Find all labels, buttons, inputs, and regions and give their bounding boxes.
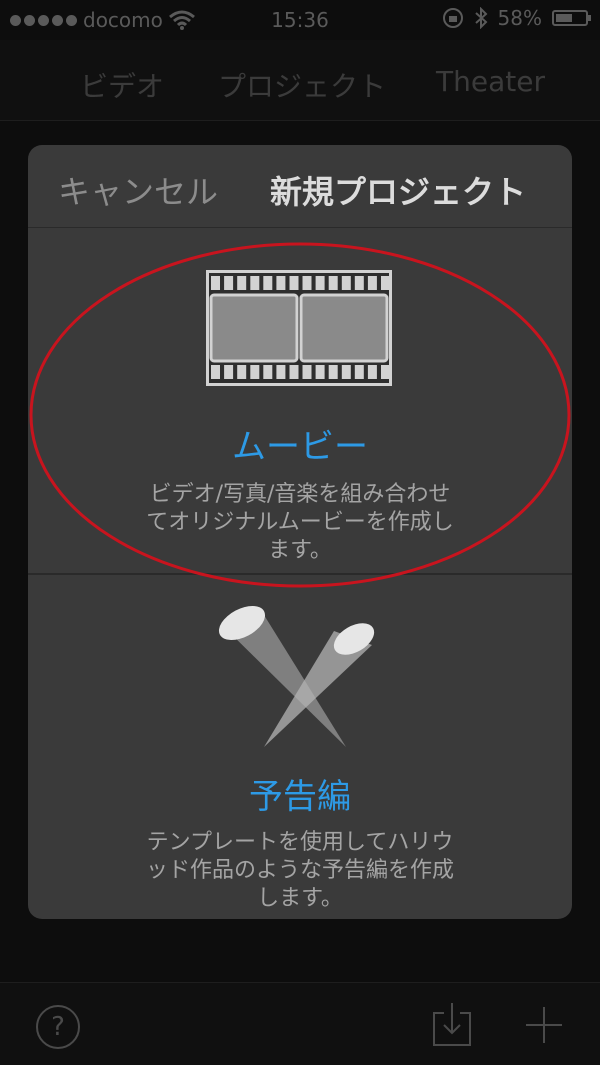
film-perforation — [263, 276, 273, 290]
film-perforation — [289, 365, 299, 379]
film-perforation — [237, 276, 247, 290]
battery-fill — [556, 14, 572, 22]
movie-desc-line: てオリジナルムービーを作成し — [146, 510, 454, 535]
status-bar: docomo 15:36 58% — [0, 0, 600, 40]
bluetooth-icon — [474, 7, 487, 29]
film-perforation — [237, 365, 247, 379]
movie-option[interactable]: ムービー ビデオ/写真/音楽を組み合わせ てオリジナルムービーを作成し ます。 — [28, 227, 572, 575]
new-project-dialog: キャンセル 新規プロジェクト ムービー ビデオ/写真/音楽を組み合わせ てオリジ… — [28, 145, 572, 919]
status-right: 58% — [442, 6, 591, 30]
film-perforation — [367, 276, 377, 290]
download-icon[interactable] — [432, 1001, 472, 1047]
film-perforation — [354, 276, 364, 290]
film-perforation — [302, 365, 312, 379]
cancel-button[interactable]: キャンセル — [58, 167, 218, 213]
film-perforation — [328, 276, 338, 290]
tab-project[interactable]: プロジェクト — [218, 65, 386, 105]
dialog-header: キャンセル 新規プロジェクト — [28, 145, 572, 228]
film-perforation — [341, 365, 351, 379]
movie-option-title: ムービー — [232, 427, 368, 467]
film-perforation — [250, 276, 260, 290]
plus-icon[interactable] — [524, 1005, 564, 1045]
film-perforation — [381, 365, 390, 379]
film-perforation — [250, 365, 260, 379]
film-perforation — [211, 276, 220, 290]
film-strip-icon — [206, 270, 392, 386]
tab-video[interactable]: ビデオ — [80, 65, 164, 105]
trailer-option-title: 予告編 — [249, 777, 351, 817]
dialog-title: 新規プロジェクト — [270, 173, 527, 211]
film-perforation — [263, 365, 273, 379]
film-perforation — [381, 276, 390, 290]
film-perforation — [224, 276, 234, 290]
film-perforation — [276, 276, 286, 290]
tab-theater[interactable]: Theater — [436, 65, 545, 98]
movie-desc-line: ビデオ/写真/音楽を組み合わせ — [149, 482, 451, 507]
film-perforation — [315, 276, 325, 290]
trailer-option[interactable]: 予告編 テンプレートを使用してハリウ ッド作品のような予告編を作成 します。 — [28, 575, 572, 919]
film-perforation — [224, 365, 234, 379]
film-perforation — [211, 365, 220, 379]
film-perforation — [289, 276, 299, 290]
tab-bar: ビデオ プロジェクト Theater — [0, 40, 600, 121]
film-perforation — [341, 276, 351, 290]
trailer-desc-line: します。 — [257, 886, 343, 911]
trailer-desc-line: テンプレートを使用してハリウ — [146, 830, 454, 855]
movie-option-description: ビデオ/写真/音楽を組み合わせ てオリジナルムービーを作成し ます。 — [118, 481, 482, 565]
bottom-toolbar: ? — [0, 982, 600, 1065]
movie-desc-line: ます。 — [268, 538, 332, 563]
rotation-lock-icon — [442, 8, 463, 28]
film-perforation — [315, 365, 325, 379]
film-perforation — [328, 365, 338, 379]
battery-icon — [552, 10, 591, 26]
trailer-desc-line: ッド作品のような予告編を作成 — [145, 858, 454, 883]
film-perforation — [276, 365, 286, 379]
trailer-option-description: テンプレートを使用してハリウ ッド作品のような予告編を作成 します。 — [118, 829, 482, 913]
battery-percent: 58% — [497, 6, 542, 30]
film-perforation — [367, 365, 377, 379]
spotlight-icon — [218, 605, 375, 747]
help-button[interactable]: ? — [36, 1005, 80, 1049]
film-perforation — [302, 276, 312, 290]
film-perforation — [354, 365, 364, 379]
